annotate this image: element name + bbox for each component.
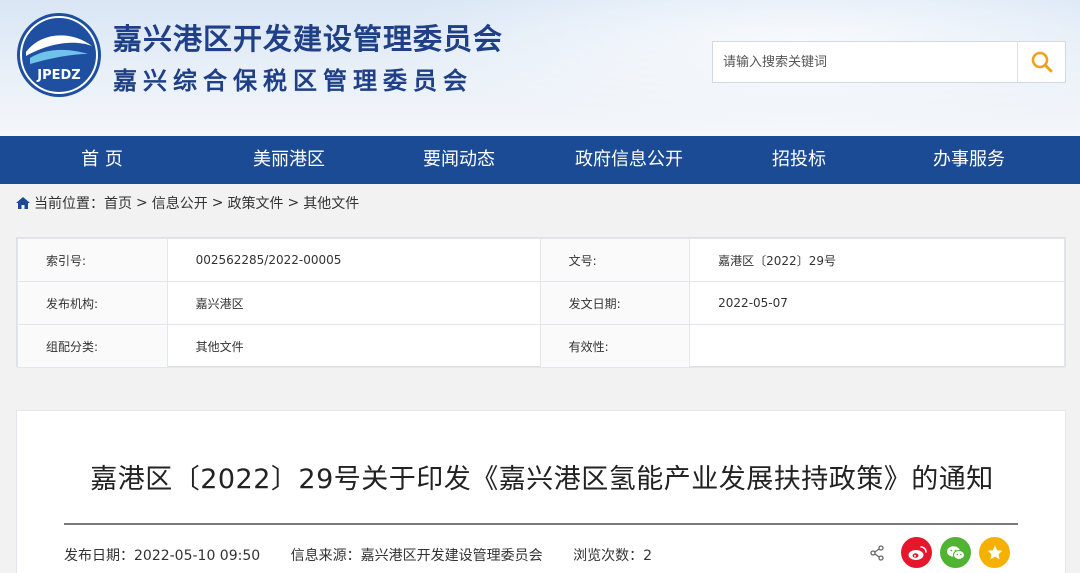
nav-item-beautiful-port[interactable]: 美丽港区 [204, 136, 374, 184]
article-panel: 嘉港区〔2022〕29号关于印发《嘉兴港区氢能产业发展扶持政策》的通知 发布日期… [16, 410, 1066, 573]
share-icon [869, 544, 885, 561]
view-count: 浏览次数：2 [573, 548, 652, 564]
search-icon [1031, 51, 1052, 73]
breadcrumb-home[interactable]: 首页 [104, 193, 132, 213]
favorite-button[interactable] [979, 537, 1010, 568]
publisher-label: 发布机构: [17, 281, 168, 325]
table-row: 组配分类: 其他文件 有效性: [17, 324, 1065, 368]
title-divider [64, 523, 1018, 525]
index-number-value: 002562285/2022-00005 [166, 238, 541, 282]
issue-date-label: 发文日期: [539, 281, 691, 325]
table-row: 索引号: 002562285/2022-00005 文号: 嘉港区〔2022〕2… [17, 238, 1065, 282]
weibo-icon [908, 545, 927, 560]
search-input[interactable] [713, 42, 1017, 82]
validity-value [689, 324, 1065, 368]
logo-text: JPEDZ [36, 68, 80, 83]
breadcrumb-separator: > [136, 195, 148, 211]
article-title: 嘉港区〔2022〕29号关于印发《嘉兴港区氢能产业发展扶持政策》的通知 [90, 464, 994, 495]
breadcrumb-info-public[interactable]: 信息公开 [152, 193, 208, 213]
nav-item-gov-info[interactable]: 政府信息公开 [544, 136, 714, 184]
breadcrumb-other-docs[interactable]: 其他文件 [303, 193, 359, 213]
category-value: 其他文件 [166, 324, 541, 368]
main-nav: 首 页 美丽港区 要闻动态 政府信息公开 招投标 办事服务 [0, 136, 1080, 184]
nav-item-home[interactable]: 首 页 [0, 136, 204, 184]
document-number-value: 嘉港区〔2022〕29号 [689, 238, 1065, 282]
wechat-share-button[interactable] [940, 537, 971, 568]
nav-item-news[interactable]: 要闻动态 [374, 136, 544, 184]
weibo-share-button[interactable] [901, 537, 932, 568]
search-button[interactable] [1017, 42, 1065, 82]
info-source: 信息来源：嘉兴港区开发建设管理委员会 [290, 548, 543, 564]
nav-item-services[interactable]: 办事服务 [884, 136, 1054, 184]
validity-label: 有效性: [539, 324, 691, 368]
category-label: 组配分类: [17, 324, 168, 368]
issue-date-value: 2022-05-07 [689, 281, 1065, 325]
document-info-table: 索引号: 002562285/2022-00005 文号: 嘉港区〔2022〕2… [16, 237, 1066, 368]
publish-date: 发布日期：2022-05-10 09:50 [64, 548, 261, 564]
site-title: 嘉兴港区开发建设管理委员会 [113, 22, 504, 56]
index-number-label: 索引号: [17, 238, 168, 282]
share-bar [869, 537, 1010, 568]
star-icon [987, 545, 1002, 559]
breadcrumb: 当前位置： 首页 > 信息公开 > 政策文件 > 其他文件 [0, 184, 1080, 222]
breadcrumb-policy-docs[interactable]: 政策文件 [227, 193, 283, 213]
breadcrumb-separator: > [211, 195, 224, 211]
home-icon [16, 197, 30, 209]
article-meta: 发布日期：2022-05-10 09:50 信息来源：嘉兴港区开发建设管理委员会… [64, 545, 678, 565]
publisher-value: 嘉兴港区 [166, 281, 541, 325]
site-header: JPEDZ 嘉兴港区开发建设管理委员会 嘉兴综合保税区管理委员会 [0, 0, 1080, 136]
jpedz-logo[interactable]: JPEDZ [16, 12, 102, 98]
breadcrumb-label: 当前位置： [34, 196, 104, 212]
nav-item-bidding[interactable]: 招投标 [714, 136, 884, 184]
wechat-icon [946, 545, 965, 560]
breadcrumb-separator: > [287, 195, 300, 211]
document-number-label: 文号: [539, 238, 691, 282]
search-box [712, 41, 1066, 83]
site-subtitle: 嘉兴综合保税区管理委员会 [113, 67, 473, 95]
table-row: 发布机构: 嘉兴港区 发文日期: 2022-05-07 [17, 281, 1065, 325]
